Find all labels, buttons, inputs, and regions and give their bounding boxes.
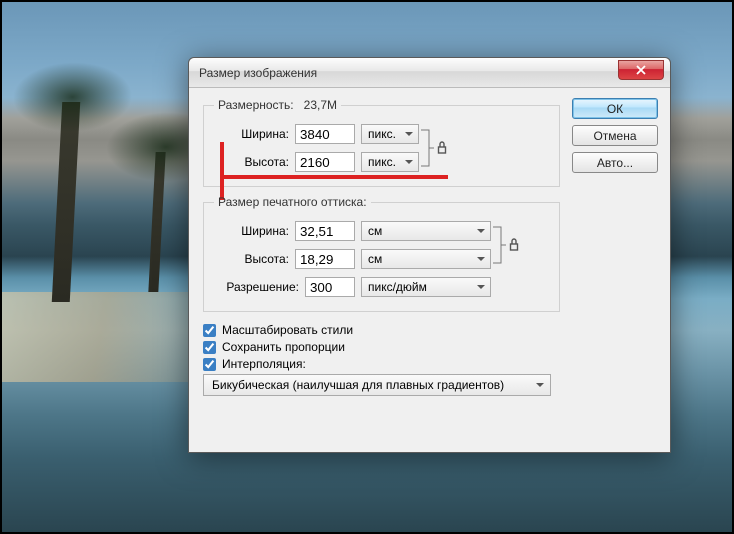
close-icon [636, 65, 646, 75]
resolution-unit-select[interactable]: пикс/дюйм [361, 277, 491, 297]
constrain-proportions-checkbox[interactable]: Сохранить пропорции [203, 340, 560, 354]
height-label: Высота: [214, 155, 289, 169]
auto-button[interactable]: Авто... [572, 152, 658, 173]
print-height-unit-select[interactable]: см [361, 249, 491, 269]
interpolation-checkbox[interactable]: Интерполяция: [203, 357, 560, 371]
link-icon [437, 141, 447, 155]
close-button[interactable] [618, 60, 664, 80]
constrain-link-icon [491, 217, 509, 273]
print-legend: Размер печатного оттиска: [214, 195, 371, 209]
scale-styles-checkbox[interactable]: Масштабировать стили [203, 323, 560, 337]
dialog-title: Размер изображения [199, 66, 618, 80]
link-icon [509, 217, 519, 273]
pixel-width-input[interactable] [295, 124, 355, 144]
pixel-width-unit-select[interactable]: пикс. [361, 124, 419, 144]
print-height-label: Высота: [214, 252, 289, 266]
interpolation-select[interactable]: Бикубическая (наилучшая для плавных град… [203, 374, 551, 396]
width-label: Ширина: [214, 127, 289, 141]
dimension-legend: Размерность: [218, 98, 294, 112]
print-height-input[interactable] [295, 249, 355, 269]
pixel-height-unit-select[interactable]: пикс. [361, 152, 419, 172]
dimension-value: 23,7M [304, 98, 337, 112]
constrain-link-icon [419, 120, 437, 176]
print-width-input[interactable] [295, 221, 355, 241]
dialog-titlebar[interactable]: Размер изображения [189, 58, 670, 88]
print-width-unit-select[interactable]: см [361, 221, 491, 241]
resolution-input[interactable] [305, 277, 355, 297]
annotation-highlight [220, 142, 224, 200]
resolution-label: Разрешение: [214, 280, 299, 294]
annotation-highlight [220, 175, 448, 179]
pixel-dimensions-group: Размерность: 23,7M Ширина: пикс. Высота: [203, 98, 560, 187]
print-width-label: Ширина: [214, 224, 289, 238]
ok-button[interactable]: ОК [572, 98, 658, 119]
pixel-height-input[interactable] [295, 152, 355, 172]
print-size-group: Размер печатного оттиска: Ширина: см Выс… [203, 195, 560, 312]
image-size-dialog: Размер изображения Размерность: 23,7M Ши… [188, 57, 671, 453]
cancel-button[interactable]: Отмена [572, 125, 658, 146]
